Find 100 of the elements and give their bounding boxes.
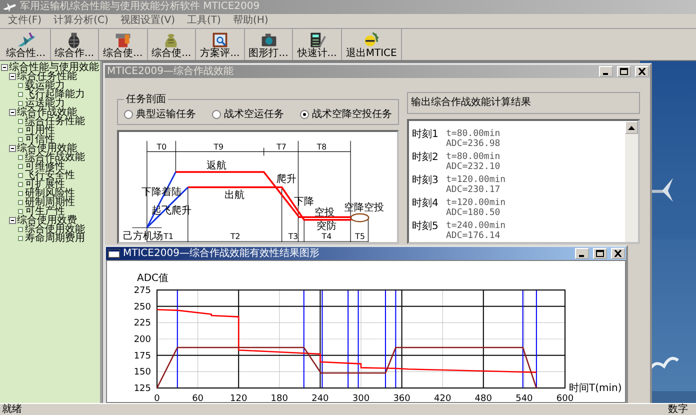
entry-value: ADC=236.98 [446, 139, 500, 149]
group-title: 任务剖面 [125, 92, 167, 106]
tick-label: 420 [434, 394, 452, 403]
collapse-toggle[interactable] [9, 217, 16, 224]
tree-item[interactable]: 研制风险性 [25, 189, 75, 198]
diagram-label: T0 [156, 142, 167, 152]
tick-label: 275 [134, 286, 151, 296]
collapse-toggle[interactable] [9, 109, 16, 116]
diagram-label: T7 [276, 142, 286, 152]
collapse-toggle[interactable] [9, 73, 16, 80]
entry-value: ADC=232.10 [446, 162, 500, 172]
tick-label: 225 [134, 318, 151, 329]
axis-title: 时间T(min) [569, 383, 622, 394]
axis-title: ADC值 [137, 273, 169, 284]
maximize-icon [596, 250, 604, 257]
tree-item[interactable]: 飞行起降能力 [25, 90, 85, 99]
collapse-toggle[interactable] [9, 145, 16, 152]
entry-value: t=240.00min [446, 221, 506, 231]
diagram-label: T5 [355, 232, 365, 242]
entry-value: t=120.00min [446, 175, 506, 185]
diagram-label: T2 [230, 232, 240, 242]
window-title: MTICE2009—综合作战效能有效性结果图形 [123, 248, 320, 260]
scrollbar[interactable] [625, 121, 638, 242]
menu-item[interactable]: 视图设置(V) [114, 15, 182, 27]
radio-dot[interactable] [124, 110, 133, 118]
section-title: 输出综合作战效能计算结果 [407, 92, 640, 114]
tick-label: 360 [393, 394, 410, 403]
tick-label: 250 [134, 302, 151, 312]
tree-item[interactable]: 综合性能与使用效能 [9, 63, 99, 72]
diagram-label: T9 [214, 142, 224, 152]
tick-label: 180 [270, 394, 288, 403]
close-icon [638, 68, 646, 75]
machine-icon [114, 30, 132, 48]
up-arrow-icon [628, 126, 635, 130]
diagram-label: 爬升 [276, 174, 296, 186]
diagram-label: 突防 [316, 221, 337, 232]
tree-item[interactable]: 综合作战效能 [17, 108, 77, 117]
tree-item[interactable]: 载运能力 [25, 81, 65, 90]
diagram-label: 返航 [206, 160, 227, 172]
tick-label: 120 [230, 394, 248, 403]
tree-item[interactable]: 可用性 [25, 126, 55, 135]
entry-label: 时刻2 [412, 152, 440, 165]
calculator-icon [308, 30, 326, 48]
tree-item[interactable]: 寿命周期费用 [25, 234, 85, 243]
airplane-icon [16, 30, 35, 48]
entry-label: 时刻4 [412, 198, 440, 211]
tree-item[interactable]: 综合使用效能 [25, 225, 85, 234]
tick-label: 200 [134, 335, 151, 345]
minimize-button[interactable] [575, 248, 589, 259]
tick-label: 600 [556, 394, 574, 403]
tick-label: 240 [312, 394, 329, 403]
menu-item[interactable]: 文件(F) [2, 15, 48, 27]
picture-frame-icon [210, 30, 229, 48]
menu-item[interactable]: 工具(T) [181, 15, 227, 27]
close-button[interactable] [611, 248, 625, 259]
entry-value: ADC=176.14 [446, 231, 502, 241]
radio-button[interactable]: 战术空降空投任务 [300, 107, 392, 121]
tick-label: 150 [134, 368, 151, 378]
radio-dot[interactable] [212, 110, 221, 118]
tick-label: 540 [516, 394, 533, 403]
diagram-label: T4 [322, 232, 332, 242]
app-title: 军用运输机综合性能与使用效能分析软件 MTICE2009 [20, 1, 260, 13]
tick-label: 300 [352, 394, 370, 403]
maximize-button[interactable] [593, 248, 607, 259]
entry-value: t=80.00min [446, 152, 500, 162]
entry-label: 时刻1 [412, 129, 440, 142]
diagram-label: T3 [288, 232, 298, 242]
tree-item[interactable]: 可生产性 [25, 207, 65, 216]
window-title: MTICE2009—综合作战效能 [107, 66, 234, 78]
tree-item[interactable]: 综合作战效能 [25, 153, 85, 162]
diagram-label: T8 [316, 142, 327, 152]
tree-item[interactable]: 可维修性 [25, 162, 65, 171]
tree-item[interactable]: 可信性 [25, 135, 55, 144]
menu-item[interactable]: 计算分析(C) [48, 15, 114, 27]
tree-item[interactable]: 飞行安全性 [25, 171, 75, 180]
status-text: 数字 [668, 404, 688, 415]
entry-label: 时刻5 [412, 221, 440, 234]
entry-value: t=120.00min [446, 198, 506, 208]
status-text: 就绪 [2, 404, 22, 415]
tick-label: 0 [154, 394, 160, 403]
tree-item[interactable]: 可扩展性 [25, 180, 65, 189]
tree-item[interactable]: 研制周期性 [25, 198, 75, 207]
radio-dot[interactable] [300, 110, 309, 118]
radio-button[interactable]: 战术空运任务 [212, 107, 284, 121]
menu-item[interactable]: 帮助(H) [226, 15, 274, 27]
tree-item[interactable]: 运送能力 [25, 99, 65, 108]
tree-item[interactable]: 综合任务性能 [25, 117, 85, 126]
tick-label: 480 [474, 394, 492, 403]
window-icon [108, 249, 120, 258]
entry-value: ADC=180.50 [446, 208, 502, 218]
tick-label: 175 [134, 351, 151, 362]
collapse-toggle[interactable] [1, 64, 8, 71]
radio-button[interactable]: 典型运输任务 [124, 107, 196, 121]
maximize-icon [620, 68, 628, 75]
tree-item[interactable]: 综合使用效能 [17, 144, 77, 153]
tree-item[interactable]: 综合任务性能 [17, 72, 77, 81]
diagram-label: T1 [164, 232, 174, 242]
camera-icon [260, 30, 278, 48]
tree-item[interactable]: 综合使用效费 [17, 216, 77, 225]
coin-icon [362, 30, 380, 48]
